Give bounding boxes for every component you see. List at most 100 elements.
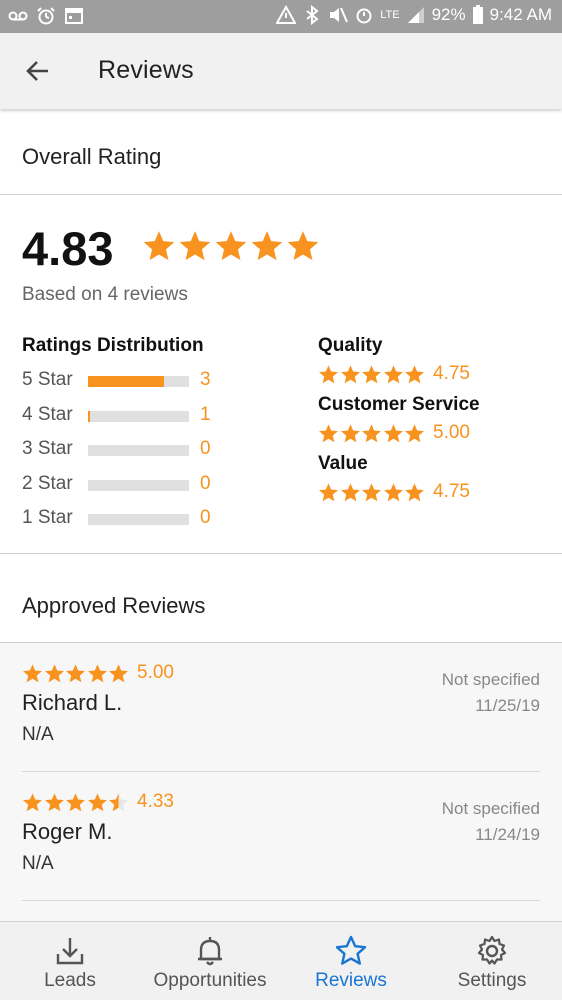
category-stars bbox=[318, 364, 425, 385]
category-value: 4.75 bbox=[433, 481, 470, 502]
distribution-label: 2 Star bbox=[22, 472, 73, 494]
arrow-back-icon bbox=[26, 61, 48, 81]
nav-label: Settings bbox=[457, 970, 527, 991]
bell-icon bbox=[193, 934, 227, 968]
category-title: Customer Service bbox=[318, 394, 480, 415]
star-icon bbox=[361, 364, 382, 385]
review-date: 11/24/19 bbox=[475, 825, 540, 844]
review-status: Not specified bbox=[441, 799, 540, 818]
download-icon bbox=[53, 934, 87, 968]
mute-icon bbox=[328, 5, 349, 25]
review-rating: 4.33 bbox=[22, 791, 174, 813]
signal-icon bbox=[406, 5, 426, 25]
category-rating: 4.75 bbox=[318, 363, 470, 385]
star-icon bbox=[318, 423, 339, 444]
based-on-text: Based on 4 reviews bbox=[22, 284, 188, 305]
ratings-distribution-title: Ratings Distribution bbox=[22, 335, 204, 356]
lte-indicator: LTE bbox=[380, 9, 400, 21]
clock: 9:42 AM bbox=[489, 5, 552, 24]
star-icon bbox=[22, 792, 43, 813]
distribution-row: 4 Star 1 bbox=[22, 404, 222, 428]
battery-icon bbox=[472, 5, 484, 25]
distribution-label: 3 Star bbox=[22, 438, 73, 459]
star-icon bbox=[404, 364, 425, 385]
review-status: Not specified bbox=[441, 670, 540, 689]
reviewer-name: Richard L. bbox=[22, 690, 123, 715]
distribution-count: 0 bbox=[200, 438, 211, 459]
review-divider bbox=[22, 771, 540, 772]
distribution-row: 5 Star 3 bbox=[22, 369, 222, 393]
star-icon bbox=[250, 229, 284, 263]
alarm-icon bbox=[36, 6, 56, 26]
review-detail: N/A bbox=[22, 724, 54, 745]
status-left-icons bbox=[8, 6, 84, 26]
review-divider bbox=[22, 900, 540, 901]
star-icon bbox=[87, 792, 108, 813]
star-icon bbox=[361, 423, 382, 444]
battery-percent: 92% bbox=[431, 5, 466, 24]
review-item[interactable]: 4.33 Roger M. N/A Not specified 11/24/19 bbox=[22, 791, 540, 921]
distribution-bar bbox=[88, 479, 189, 491]
nav-label: Opportunities bbox=[153, 970, 267, 991]
page-title: Reviews bbox=[98, 56, 194, 84]
distribution-bar-fill bbox=[88, 410, 91, 422]
reviewer-name: Roger M. bbox=[22, 819, 113, 844]
review-date: 11/25/19 bbox=[475, 696, 540, 715]
star-icon bbox=[361, 482, 382, 503]
star-icon bbox=[22, 663, 43, 684]
distribution-bar bbox=[88, 410, 189, 422]
review-item[interactable]: 5.00 Richard L. N/A Not specified 11/25/19 bbox=[22, 662, 540, 792]
back-button[interactable] bbox=[22, 55, 54, 87]
status-right-icons: LTE 92% 9:42 AM bbox=[275, 4, 552, 26]
star-icon bbox=[87, 663, 108, 684]
approved-reviews-title: Approved Reviews bbox=[22, 593, 206, 618]
star-icon bbox=[286, 229, 320, 263]
distribution-row: 1 Star 0 bbox=[22, 507, 222, 531]
star-icon bbox=[383, 482, 404, 503]
star-icon bbox=[65, 792, 86, 813]
bluetooth-icon bbox=[302, 4, 322, 26]
distribution-bar bbox=[88, 445, 189, 456]
nav-leads[interactable]: Leads bbox=[0, 922, 140, 1000]
category-stars bbox=[318, 482, 425, 503]
category-rating: 4.75 bbox=[318, 481, 470, 503]
category-stars bbox=[318, 423, 425, 444]
star-icon bbox=[340, 364, 361, 385]
distribution-row: 3 Star 0 bbox=[22, 438, 222, 462]
category-value: 4.75 bbox=[433, 363, 470, 384]
distribution-label: 4 Star bbox=[22, 403, 73, 425]
star-icon bbox=[404, 423, 425, 444]
star-icon bbox=[44, 663, 65, 684]
category-title: Value bbox=[318, 453, 368, 474]
review-score: 4.33 bbox=[137, 791, 174, 812]
star-icon bbox=[383, 364, 404, 385]
review-rating: 5.00 bbox=[22, 662, 174, 684]
overall-stars bbox=[142, 229, 320, 263]
distribution-bar bbox=[88, 514, 189, 525]
star-icon bbox=[340, 423, 361, 444]
review-stars bbox=[22, 792, 129, 813]
gear-icon bbox=[475, 934, 509, 968]
alarm-icon bbox=[354, 5, 374, 25]
star-icon bbox=[334, 934, 368, 968]
nav-label: Leads bbox=[44, 970, 96, 991]
calendar-icon bbox=[64, 6, 84, 26]
overall-rating-title: Overall Rating bbox=[22, 144, 162, 169]
star-icon bbox=[404, 482, 425, 503]
overall-score: 4.83 bbox=[22, 222, 114, 275]
nav-settings[interactable]: Settings bbox=[422, 922, 562, 1000]
star-icon bbox=[318, 482, 339, 503]
distribution-label: 1 Star bbox=[22, 507, 73, 528]
nav-reviews[interactable]: Reviews bbox=[281, 922, 421, 1000]
bottom-navigation: Leads Opportunities Reviews Settings bbox=[0, 921, 562, 1000]
distribution-bar bbox=[88, 376, 189, 387]
divider bbox=[0, 194, 562, 195]
review-stars bbox=[22, 663, 129, 684]
warning-icon bbox=[275, 4, 297, 25]
nav-opportunities[interactable]: Opportunities bbox=[140, 922, 280, 1000]
distribution-count: 0 bbox=[200, 507, 211, 528]
star-icon bbox=[340, 482, 361, 503]
divider bbox=[0, 553, 562, 554]
category-rating: 5.00 bbox=[318, 422, 470, 444]
distribution-count: 1 bbox=[200, 403, 211, 425]
